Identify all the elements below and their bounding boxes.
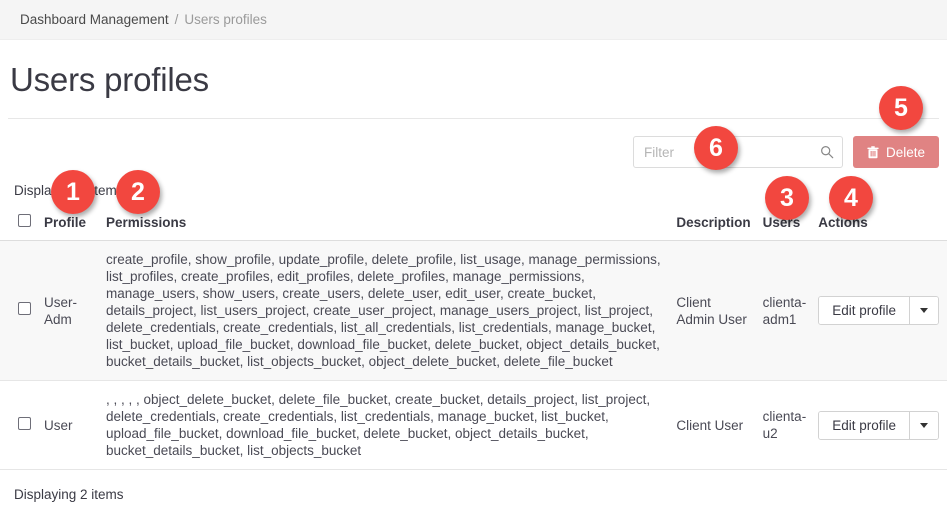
- table-row[interactable]: User-Adm create_profile, show_profile, u…: [0, 241, 947, 381]
- delete-button[interactable]: Delete: [853, 136, 939, 168]
- cell-permissions: create_profile, show_profile, update_pro…: [100, 241, 670, 381]
- title-divider: [8, 118, 939, 119]
- chevron-down-icon: [920, 308, 928, 313]
- column-header-description[interactable]: Description: [670, 206, 756, 241]
- cell-actions: Edit profile: [812, 241, 947, 381]
- annotation-marker-6: 6: [694, 126, 738, 170]
- column-header-permissions[interactable]: Permissions: [100, 206, 670, 241]
- edit-profile-button-group: Edit profile: [818, 411, 939, 440]
- table-row[interactable]: User , , , , , object_delete_bucket, del…: [0, 381, 947, 470]
- cell-description: Client Admin User: [670, 241, 756, 381]
- table-body: User-Adm create_profile, show_profile, u…: [0, 241, 947, 470]
- edit-profile-button[interactable]: Edit profile: [819, 297, 910, 324]
- chevron-down-icon: [920, 423, 928, 428]
- filter-field-wrapper: [633, 136, 843, 168]
- cell-profile: User: [38, 381, 100, 470]
- annotation-marker-3: 3: [765, 176, 809, 220]
- select-all-checkbox[interactable]: [18, 214, 31, 227]
- edit-profile-dropdown-toggle[interactable]: [910, 412, 938, 439]
- edit-profile-button[interactable]: Edit profile: [819, 412, 910, 439]
- breadcrumb-separator: /: [175, 12, 179, 27]
- displaying-count-bottom: Displaying 2 items: [14, 487, 124, 502]
- cell-profile: User-Adm: [38, 241, 100, 381]
- row-checkbox[interactable]: [18, 302, 31, 315]
- edit-profile-dropdown-toggle[interactable]: [910, 297, 938, 324]
- breadcrumb-current: Users profiles: [184, 12, 267, 27]
- row-checkbox[interactable]: [18, 417, 31, 430]
- cell-actions: Edit profile: [812, 381, 947, 470]
- row-select-cell: [0, 381, 38, 470]
- delete-button-label: Delete: [886, 145, 925, 160]
- page-root: Dashboard Management / Users profiles Us…: [0, 0, 947, 506]
- cell-description: Client User: [670, 381, 756, 470]
- cell-users: clienta-adm1: [757, 241, 813, 381]
- cell-users: clienta-u2: [757, 381, 813, 470]
- row-select-cell: [0, 241, 38, 381]
- breadcrumb-parent-link[interactable]: Dashboard Management: [20, 12, 169, 27]
- annotation-marker-4: 4: [829, 176, 873, 220]
- search-input[interactable]: [633, 136, 843, 168]
- edit-profile-button-group: Edit profile: [818, 296, 939, 325]
- annotation-marker-5: 5: [879, 86, 923, 130]
- breadcrumb: Dashboard Management / Users profiles: [0, 0, 947, 40]
- users-profiles-table: Profile Permissions Description Users Ac…: [0, 206, 947, 470]
- annotation-marker-1: 1: [51, 170, 95, 214]
- cell-permissions: , , , , , object_delete_bucket, delete_f…: [100, 381, 670, 470]
- annotation-marker-2: 2: [116, 170, 160, 214]
- table-toolbar: Delete: [633, 136, 939, 168]
- column-header-select-all: [0, 206, 38, 241]
- trash-icon: [867, 146, 879, 159]
- page-title: Users profiles: [10, 61, 947, 99]
